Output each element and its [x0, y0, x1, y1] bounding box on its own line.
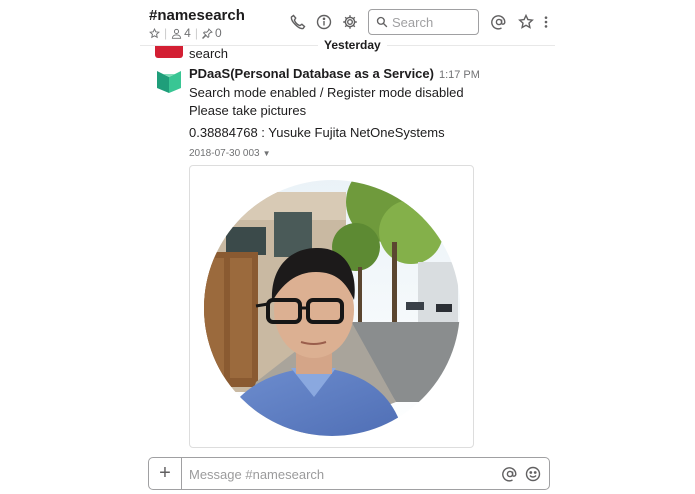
message-header: PDaaS(Personal Database as a Service) 1:… — [189, 66, 549, 84]
phone-icon[interactable] — [288, 12, 308, 32]
message-line: Search mode enabled / Register mode disa… — [189, 85, 464, 100]
image-attachment[interactable] — [189, 165, 474, 448]
channel-meta: | 4 | 0 — [149, 26, 222, 40]
message-line: 0.38884768 : Yusuke Fujita NetOneSystems — [189, 125, 445, 140]
member-icon — [172, 28, 182, 39]
member-count[interactable]: 4 — [171, 26, 191, 40]
file-name-text: 2018-07-30 003 — [189, 148, 260, 159]
at-icon[interactable] — [489, 12, 509, 32]
pin-icon — [201, 27, 213, 39]
more-vertical-icon[interactable] — [539, 12, 553, 32]
channel-title[interactable]: #namesearch — [149, 7, 245, 24]
plus-icon[interactable]: + — [149, 458, 182, 489]
meta-separator: | — [164, 26, 168, 40]
message-input[interactable] — [189, 464, 489, 484]
star-icon[interactable] — [149, 27, 160, 39]
star-outline-icon[interactable] — [516, 12, 536, 32]
message-line: Please take pictures — [189, 103, 307, 118]
emoji-icon[interactable] — [524, 465, 542, 483]
previous-message-text: search — [189, 46, 229, 61]
info-icon[interactable] — [314, 12, 334, 32]
bot-logo-icon — [155, 68, 183, 96]
message-timestamp[interactable]: 1:17 PM — [439, 69, 480, 81]
pinned-count-value: 0 — [214, 26, 222, 40]
file-name[interactable]: 2018-07-30 003 ▼ — [189, 148, 271, 159]
sender-name[interactable]: PDaaS(Personal Database as a Service) — [189, 66, 434, 81]
meta-separator: | — [194, 26, 198, 40]
caret-down-icon[interactable]: ▼ — [263, 149, 271, 158]
member-count-value: 4 — [184, 26, 191, 40]
message-body: PDaaS(Personal Database as a Service) 1:… — [189, 66, 549, 142]
photo-thumbnail — [204, 180, 460, 436]
gear-icon[interactable] — [340, 12, 360, 32]
search-icon — [376, 16, 388, 28]
search-input[interactable]: Search — [368, 9, 479, 35]
day-divider-label[interactable]: Yesterday — [318, 38, 387, 52]
avatar[interactable] — [155, 68, 183, 96]
at-icon[interactable] — [501, 465, 519, 483]
pinned-count[interactable]: 0 — [201, 26, 222, 40]
message-composer: + — [148, 457, 550, 490]
search-placeholder: Search — [392, 14, 434, 30]
